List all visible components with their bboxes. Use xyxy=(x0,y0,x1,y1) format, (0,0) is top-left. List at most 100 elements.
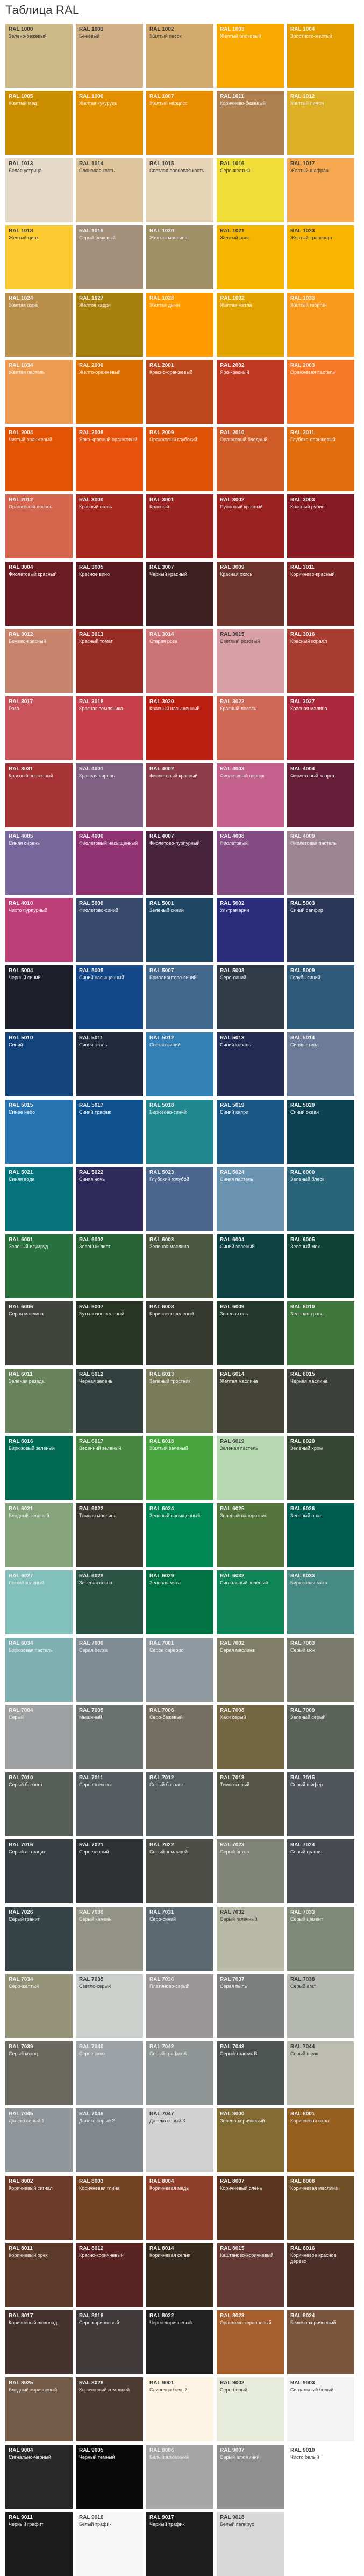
ral-color-table-page: Таблица RAL RAL 1000 Зелено-бежевый RAL 10… xyxy=(0,0,364,2576)
swatch-name: Коричневое красное дерево xyxy=(290,2253,337,2264)
color-swatch: RAL 2003 Оранжевая пастель xyxy=(287,360,354,424)
color-swatch: RAL 1018 Желтый цинк xyxy=(5,225,73,289)
swatch-name: Желтый цинк xyxy=(9,235,39,240)
color-swatch: RAL 5019 Синий капри xyxy=(217,1100,284,1164)
color-swatch: RAL 3012 Бежево-красный xyxy=(5,629,73,693)
swatch-code: RAL 1011 xyxy=(220,94,244,100)
swatch-code: RAL 8023 xyxy=(220,2313,245,2319)
swatch-name: Зеленая ель xyxy=(220,1311,248,1317)
color-swatch: RAL 6006 Серая маслина xyxy=(5,1301,73,1365)
swatch-code: RAL 6034 xyxy=(9,1640,33,1646)
color-swatch: RAL 7038 Серый агат xyxy=(287,1974,354,2038)
color-swatch: RAL 8002 Коричневый сигнал xyxy=(5,2176,73,2240)
swatch-name: Зеленый мох xyxy=(290,1244,320,1249)
color-swatch: RAL 6004 Синий зеленый xyxy=(217,1234,284,1298)
color-swatch: RAL 5024 Синяя пастель xyxy=(217,1167,284,1231)
swatch-name: Серая маслина xyxy=(9,1311,44,1317)
swatch-name: Красно-оранжевый xyxy=(149,370,193,375)
swatch-code: RAL 3001 xyxy=(149,497,174,503)
color-swatch: RAL 8007 Коричневый олень xyxy=(217,2176,284,2240)
swatch-name: Светло-серый xyxy=(79,1984,111,1989)
color-swatch: RAL 5011 Синяя сталь xyxy=(76,1032,143,1096)
swatch-name: Красный рубин xyxy=(290,504,325,509)
color-swatch: RAL 7004 Серый xyxy=(5,1705,73,1769)
swatch-code: RAL 4002 xyxy=(149,766,174,772)
swatch-code: RAL 1024 xyxy=(9,295,33,301)
swatch-code: RAL 9007 xyxy=(220,2447,245,2453)
swatch-code: RAL 6016 xyxy=(9,1439,33,1445)
color-swatch: RAL 9003 Сигнальный белый xyxy=(287,2377,354,2441)
color-swatch: RAL 3020 Красный насыщенный xyxy=(146,696,213,760)
swatch-code: RAL 6033 xyxy=(290,1573,315,1579)
swatch-code: RAL 7032 xyxy=(220,1909,245,1915)
swatch-code: RAL 7033 xyxy=(290,1909,315,1915)
swatch-code: RAL 5013 xyxy=(220,1035,245,1041)
color-swatch: RAL 9017 Черный трафик xyxy=(146,2512,213,2576)
swatch-code: RAL 5021 xyxy=(9,1170,33,1176)
swatch-name: Коричнево-бежевый xyxy=(220,101,266,106)
swatch-name: Синий океан xyxy=(290,1109,319,1115)
swatch-name: Коричневая сепия xyxy=(149,2253,191,2258)
swatch-code: RAL 7030 xyxy=(79,1909,104,1915)
swatch-name: Оранжевый лосось xyxy=(9,504,52,509)
swatch-code: RAL 1017 xyxy=(290,161,315,167)
color-swatch: RAL 7024 Серый графит xyxy=(287,1839,354,1903)
color-swatch: RAL 6028 Зеленая сосна xyxy=(76,1570,143,1634)
swatch-name: Бежевый xyxy=(79,33,100,39)
swatch-code: RAL 8008 xyxy=(290,2178,315,2184)
color-swatch: RAL 6010 Зеленая трава xyxy=(287,1301,354,1365)
swatch-name: Бриллиантово-синий xyxy=(149,975,197,980)
swatch-name: Серый агат xyxy=(290,1984,316,1989)
color-swatch: RAL 3015 Светлый розовый xyxy=(217,629,284,693)
swatch-name: Черная зелень xyxy=(79,1378,113,1384)
swatch-code: RAL 6007 xyxy=(79,1304,104,1310)
swatch-name: Фиолетовый вереск xyxy=(220,773,265,779)
swatch-code: RAL 5008 xyxy=(220,968,245,974)
color-swatch: RAL 8008 Коричневая маслина xyxy=(287,2176,354,2240)
color-swatch: RAL 1012 Желтый лимон xyxy=(287,91,354,155)
swatch-name: Пунцовый красный xyxy=(220,504,263,509)
swatch-code: RAL 1004 xyxy=(290,26,315,32)
swatch-code: RAL 3031 xyxy=(9,766,33,772)
page-title: Таблица RAL xyxy=(5,3,80,17)
color-swatch: RAL 8011 Коричневый орех xyxy=(5,2243,73,2307)
color-swatch: RAL 6003 Зеленая маслина xyxy=(146,1234,213,1298)
color-swatch: RAL 1003 Желтый блоковый xyxy=(217,24,284,88)
swatch-name: Желтый лимон xyxy=(290,101,324,106)
swatch-name: Ярко-красный оранжевый xyxy=(79,437,138,442)
swatch-code: RAL 5020 xyxy=(290,1102,315,1108)
swatch-code: RAL 6000 xyxy=(290,1170,315,1176)
swatch-code: RAL 5014 xyxy=(290,1035,315,1041)
swatch-name: Зелено-коричневый xyxy=(220,2118,265,2124)
swatch-name: Сливочно-белый xyxy=(149,2387,188,2393)
swatch-code: RAL 2008 xyxy=(79,430,104,436)
swatch-name: Серо-бежевый xyxy=(149,1715,183,1720)
swatch-code: RAL 6029 xyxy=(149,1573,174,1579)
color-swatch: RAL 8004 Коричневая медь xyxy=(146,2176,213,2240)
color-swatch: RAL 3001 Красный xyxy=(146,494,213,558)
swatch-name: Серая белка xyxy=(79,1647,108,1653)
swatch-code: RAL 5023 xyxy=(149,1170,174,1176)
swatch-name: Фиолетовый насыщенный xyxy=(79,840,138,846)
color-swatch: RAL 6019 Зеленая пастель xyxy=(217,1436,284,1500)
swatch-name: Серо-синий xyxy=(220,975,247,980)
swatch-code: RAL 2001 xyxy=(149,363,174,369)
color-swatch: RAL 7013 Темно-серый xyxy=(217,1772,284,1836)
color-swatch: RAL 7010 Серый брезент xyxy=(5,1772,73,1836)
swatch-name: Роза xyxy=(9,706,19,711)
swatch-code: RAL 6026 xyxy=(290,1506,315,1512)
swatch-code: RAL 9002 xyxy=(220,2380,245,2386)
swatch-code: RAL 1033 xyxy=(290,295,315,301)
swatch-code: RAL 3003 xyxy=(290,497,315,503)
swatch-code: RAL 6018 xyxy=(149,1439,174,1445)
swatch-name: Бирюзовая пастель xyxy=(9,1647,53,1653)
color-swatch: RAL 7039 Серый кварц xyxy=(5,2041,73,2105)
swatch-name: Бледный зеленый xyxy=(9,1513,49,1518)
swatch-code: RAL 6003 xyxy=(149,1237,174,1243)
swatch-code: RAL 1018 xyxy=(9,228,33,234)
color-swatch: RAL 6012 Черная зелень xyxy=(76,1369,143,1433)
color-swatch: RAL 8000 Зелено-коричневый xyxy=(217,2108,284,2172)
swatch-name: Желтый нарцисс xyxy=(149,101,188,106)
swatch-name: Старая роза xyxy=(149,639,177,644)
color-swatch: RAL 8012 Красно-коричневый xyxy=(76,2243,143,2307)
